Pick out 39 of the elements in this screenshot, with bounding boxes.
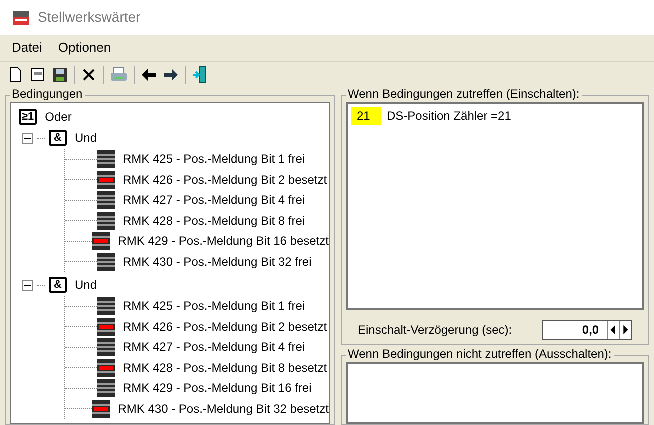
- logic-gate-icon: ≥1: [19, 109, 38, 125]
- tree-node-label[interactable]: Und: [75, 276, 98, 294]
- app-logo-icon: [12, 8, 30, 26]
- tree-item-label[interactable]: RMK 430 - Pos.-Meldung Bit 32 besetzt: [118, 400, 329, 418]
- save-icon[interactable]: [52, 66, 68, 82]
- menu-item[interactable]: Optionen: [58, 38, 112, 58]
- exit-door-icon[interactable]: [192, 66, 208, 84]
- collapse-toggle[interactable]: [22, 280, 33, 290]
- collapse-toggle[interactable]: [22, 132, 33, 144]
- print-icon[interactable]: [110, 66, 128, 82]
- menu-item[interactable]: Datei: [12, 38, 42, 58]
- delay-spinner[interactable]: 0,0: [542, 320, 632, 340]
- tree-item-label[interactable]: RMK 429 - Pos.-Meldung Bit 16 frei: [123, 379, 312, 398]
- window-title: Stellwerkswärter: [38, 8, 141, 27]
- group-title: Bedingungen: [10, 88, 85, 100]
- group-title: Wenn Bedingungen nicht zutreffen (Ausschalten):: [346, 348, 614, 360]
- logic-gate-icon: &: [49, 277, 67, 293]
- group-title: Wenn Bedingungen zutreffen (Einschalten):: [346, 88, 582, 100]
- tree-item-label[interactable]: RMK 428 - Pos.-Meldung Bit 8 frei: [123, 212, 306, 230]
- number-badge: 21: [351, 107, 381, 125]
- logic-gate-icon: &: [49, 130, 67, 146]
- tree-item-label[interactable]: RMK 426 - Pos.-Meldung Bit 2 besetzt: [123, 318, 328, 336]
- tree-item-label[interactable]: RMK 428 - Pos.-Meldung Bit 8 besetzt: [123, 358, 328, 377]
- delay-label: Einschalt-Verzögerung (sec):: [358, 322, 512, 339]
- tree-item-label[interactable]: RMK 425 - Pos.-Meldung Bit 1 frei: [123, 150, 306, 168]
- tree-item-label[interactable]: RMK 430 - Pos.-Meldung Bit 32 frei: [123, 252, 312, 271]
- new-file-icon[interactable]: [8, 66, 24, 82]
- arrow-left-icon[interactable]: [141, 66, 157, 82]
- arrow-right-icon[interactable]: [163, 66, 179, 82]
- tree-item-label[interactable]: RMK 427 - Pos.-Meldung Bit 4 frei: [123, 191, 306, 210]
- delete-icon[interactable]: [81, 66, 97, 82]
- tree-item-label[interactable]: RMK 427 - Pos.-Meldung Bit 4 frei: [123, 338, 306, 356]
- tree-item-label[interactable]: RMK 426 - Pos.-Meldung Bit 2 besetzt: [123, 170, 328, 189]
- tree-item-label[interactable]: RMK 429 - Pos.-Meldung Bit 16 besetzt: [118, 232, 329, 250]
- tree-item-label[interactable]: RMK 425 - Pos.-Meldung Bit 1 frei: [123, 297, 306, 316]
- open-file-icon[interactable]: [30, 66, 46, 82]
- tree-node-label[interactable]: Oder: [45, 108, 72, 126]
- tree-node-label[interactable]: Und: [75, 129, 98, 147]
- action-label[interactable]: DS-Position Zähler =21: [387, 107, 512, 125]
